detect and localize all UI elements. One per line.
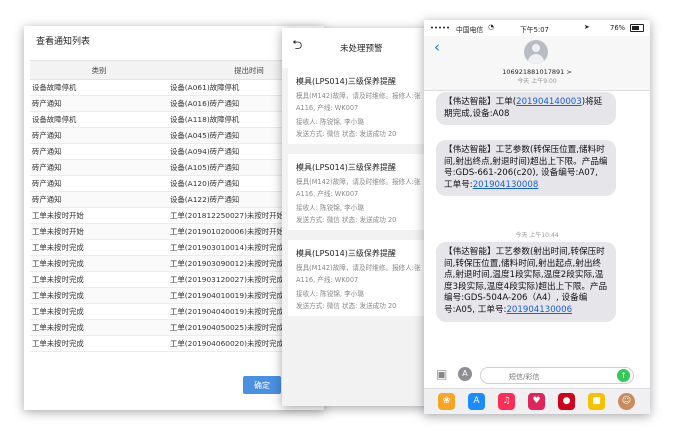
back-chevron-icon[interactable]: ‹: [434, 38, 440, 56]
app-dock: ❀ A ♫ ♥ ● ■ ☺: [424, 388, 650, 414]
alert-card-title: 模具(LPS014)三级保养提醒: [296, 77, 396, 86]
location-icon: ➤: [584, 23, 590, 31]
cell-category: 工单未按时完成: [30, 319, 168, 336]
message-input[interactable]: [480, 367, 634, 384]
cell-category: 设备故障停机: [30, 111, 168, 128]
battery-percent: 76%: [610, 24, 626, 32]
timestamp: 今天 上午9:00: [517, 78, 557, 85]
sms-message-2: 【伟达智能】工艺参数(转保压位置,储料时间,射出终点,射退时间)超出上下限。产品…: [436, 140, 616, 197]
table-row[interactable]: 砖产通知 设备(A016)砖产通知: [30, 95, 324, 112]
table-row[interactable]: 砖产通知 设备(A120)砖产通知: [30, 175, 324, 192]
back-arrow-icon[interactable]: ⮌: [292, 38, 302, 54]
cell-category: 工单未按时完成: [30, 271, 168, 288]
notification-list-panel: 查看通知列表 类别 提出时间 设备故障停机 设备(A061)故障停机 砖产通知 设备(…: [24, 26, 324, 410]
table-row[interactable]: 砖产通知 设备(A094)砖产通知: [30, 143, 324, 160]
send-icon[interactable]: ↑: [617, 369, 630, 382]
wifi-icon: ◔: [488, 23, 494, 31]
column-header-category[interactable]: 类别: [30, 60, 168, 80]
message-input-bar: ▣ A ↑: [424, 364, 650, 388]
heart-icon[interactable]: ♥: [528, 393, 545, 410]
avatar-icon[interactable]: ☺: [618, 393, 635, 410]
app-store-small-icon[interactable]: A: [458, 367, 472, 381]
cell-category: 设备故障停机: [30, 79, 168, 96]
alert-card-detail: A116, 产线: WK007: [296, 104, 359, 112]
alert-card-detail: 模具(M142)故障，请及时维修。报修人:张: [296, 264, 421, 272]
cell-category: 工单未按时开始: [30, 223, 168, 240]
alert-card[interactable]: 模具(LPS014)三级保养提醒模具(M142)故障，请及时维修。报修人:张 A1…: [288, 68, 430, 144]
cell-category: 工单未按时完成: [30, 239, 168, 256]
cell-category: 砖产通知: [30, 159, 168, 176]
table-row[interactable]: 砖产通知 设备(A122)砖产通知: [30, 191, 324, 208]
alert-card-status: 发送方式: 微信 状态: 发送成功 20: [296, 302, 397, 310]
signal-icon: •••••: [430, 24, 451, 32]
alert-card-detail: A116, 产线: WK007: [296, 190, 359, 198]
table-row[interactable]: 工单未按时完成 工单(201904060020)未按时完成: [30, 335, 324, 352]
cell-category: 砖产通知: [30, 143, 168, 160]
alert-card[interactable]: 模具(LPS014)三级保养提醒模具(M142)故障，请及时维修。报修人:张 A1…: [288, 154, 430, 230]
cell-category: 工单未按时完成: [30, 335, 168, 352]
alert-card-recipients: 接收人: 陈锐锦, 李小璐: [296, 290, 364, 298]
clock-label: 下午5:07: [520, 26, 549, 34]
table-header-row: 类别 提出时间: [30, 60, 324, 80]
red-app-icon[interactable]: ●: [558, 393, 575, 410]
table-row[interactable]: 设备故障停机 设备(A118)故障停机: [30, 111, 324, 128]
cell-category: 砖产通知: [30, 127, 168, 144]
confirm-button[interactable]: 确定: [243, 376, 281, 394]
cell-category: 砖产通知: [30, 191, 168, 208]
alerts-title: 未处理预警: [340, 44, 383, 54]
table-row[interactable]: 工单未按时完成 工单(201903090012)未按时完成: [30, 255, 324, 272]
table-body: 设备故障停机 设备(A061)故障停机 砖产通知 设备(A016)砖产通知 设备故障停机…: [30, 79, 324, 352]
notification-table: 类别 提出时间 设备故障停机 设备(A061)故障停机 砖产通知 设备(A016)砖产…: [30, 60, 324, 352]
carrier-label: 中国电信: [456, 26, 484, 34]
alert-card-title: 模具(LPS014)三级保养提醒: [296, 249, 396, 258]
alert-card-recipients: 接收人: 陈锐锦, 李小璐: [296, 204, 364, 212]
cell-category: 工单未按时完成: [30, 303, 168, 320]
work-order-link[interactable]: 201904130006: [506, 305, 572, 315]
table-row[interactable]: 砖产通知 设备(A045)砖产通知: [30, 127, 324, 144]
camera-icon[interactable]: ▣: [436, 367, 447, 381]
contact-avatar-icon[interactable]: [524, 40, 548, 64]
alert-card-status: 发送方式: 微信 状态: 发送成功 20: [296, 216, 397, 224]
cell-category: 工单未按时开始: [30, 207, 168, 224]
table-row[interactable]: 工单未按时完成 工单(201904010019)未按时完成: [30, 287, 324, 304]
table-row[interactable]: 工单未按时开始 工单(201812250027)未按时开始: [30, 207, 324, 224]
table-row[interactable]: 工单未按时完成 工单(201904040019)未按时完成: [30, 303, 324, 320]
table-row[interactable]: 工单未按时完成 工单(201904050025)未按时完成: [30, 319, 324, 336]
photos-icon[interactable]: ❀: [438, 393, 455, 410]
cell-category: 工单未按时完成: [30, 255, 168, 272]
alert-card-recipients: 接收人: 陈锐锦, 李小璐: [296, 118, 364, 126]
sender-number[interactable]: 106921881017891 >: [424, 68, 650, 76]
table-row[interactable]: 工单未按时开始 工单(201901020006)未按时开始: [30, 223, 324, 240]
table-row[interactable]: 工单未按时完成 工单(201903120027)未按时完成: [30, 271, 324, 288]
work-order-link[interactable]: 201904140003: [516, 97, 582, 107]
pending-alerts-panel: ⮌ 未处理预警 模具(LPS014)三级保养提醒模具(M142)故障，请及时维修…: [282, 28, 430, 406]
app-store-icon[interactable]: A: [468, 393, 485, 410]
sms-message-1: 【伟达智能】工单(201904140003)将延期完成,设备:A08: [436, 92, 616, 126]
table-row[interactable]: 工单未按时完成 工单(201903010014)未按时完成: [30, 239, 324, 256]
cell-category: 砖产通知: [30, 95, 168, 112]
table-row[interactable]: 砖产通知 设备(A105)砖产通知: [30, 159, 324, 176]
alert-card-status: 发送方式: 微信 状态: 发送成功 20: [296, 130, 397, 138]
cell-category: 工单未按时完成: [30, 287, 168, 304]
alerts-header: ⮌ 未处理预警: [282, 28, 430, 68]
alert-card-detail: 模具(M142)故障，请及时维修。报修人:张: [296, 92, 421, 100]
cell-category: 砖产通知: [30, 175, 168, 192]
table-row[interactable]: 设备故障停机 设备(A061)故障停机: [30, 79, 324, 96]
alert-card-detail: 模具(M142)故障，请及时维修。报修人:张: [296, 178, 421, 186]
timestamp: 今天 上午10:44: [515, 232, 559, 239]
battery-icon: [630, 24, 644, 32]
work-order-link[interactable]: 201904130008: [473, 180, 539, 190]
status-bar: ••••• 中国电信 ◔ 下午5:07 ➤ 76%: [424, 20, 650, 36]
yellow-app-icon[interactable]: ■: [588, 393, 605, 410]
alert-card[interactable]: 模具(LPS014)三级保养提醒模具(M142)故障，请及时维修。报修人:张 A1…: [288, 240, 430, 316]
music-icon[interactable]: ♫: [498, 393, 515, 410]
phone-sms-panel: ••••• 中国电信 ◔ 下午5:07 ➤ 76% ‹ 106921881017…: [424, 20, 650, 414]
sms-message-3: 【伟达智能】工艺参数(射出时间,转保压时间,转保压位置,储料时间,射出起点,射出…: [436, 242, 616, 322]
alert-card-detail: A116, 产线: WK007: [296, 276, 359, 284]
panel-title: 查看通知列表: [36, 37, 91, 47]
alert-card-title: 模具(LPS014)三级保养提醒: [296, 163, 396, 172]
